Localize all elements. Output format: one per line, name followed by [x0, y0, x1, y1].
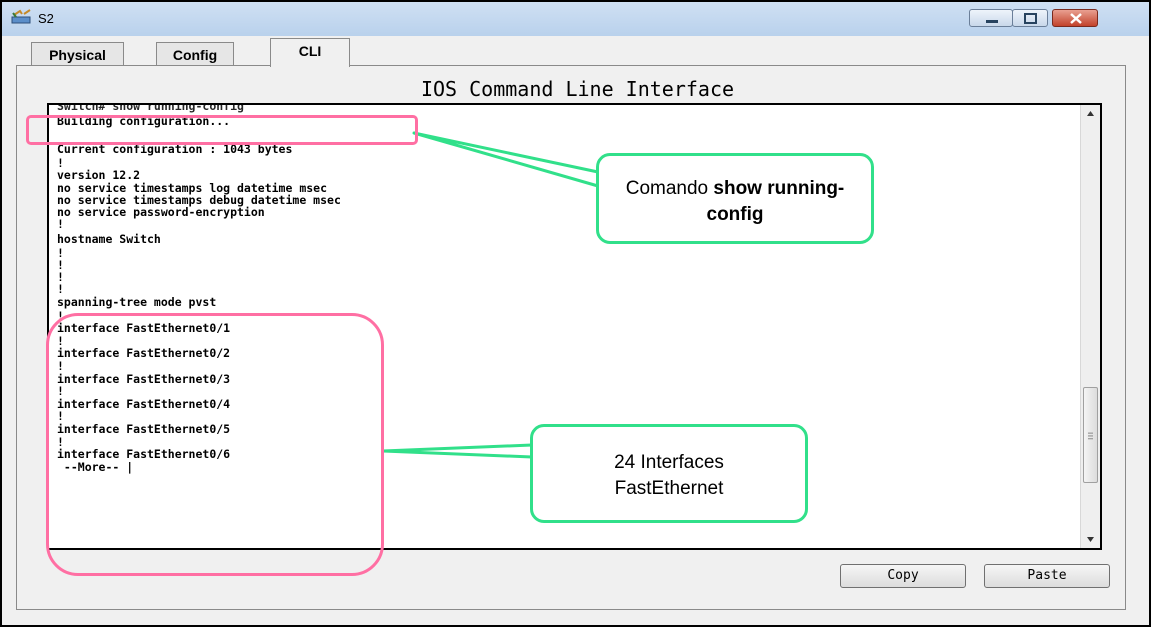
- callout-24-interfaces: 24 Interfaces FastEthernet: [530, 424, 808, 523]
- callout-line-1: 24 Interfaces: [614, 452, 724, 473]
- callout-show-running-config: Comando show running-config: [596, 153, 874, 244]
- callout-line-2: FastEthernet: [614, 478, 724, 499]
- callout-prefix: Comando: [625, 178, 714, 199]
- callout-command: show running-config: [706, 178, 845, 225]
- highlight-building-config: [26, 115, 418, 145]
- tab-cli[interactable]: CLI: [270, 38, 350, 67]
- callout-pointer-bottom: [381, 443, 534, 459]
- callout-pointer-top: [412, 131, 600, 188]
- highlight-interfaces: [46, 313, 384, 576]
